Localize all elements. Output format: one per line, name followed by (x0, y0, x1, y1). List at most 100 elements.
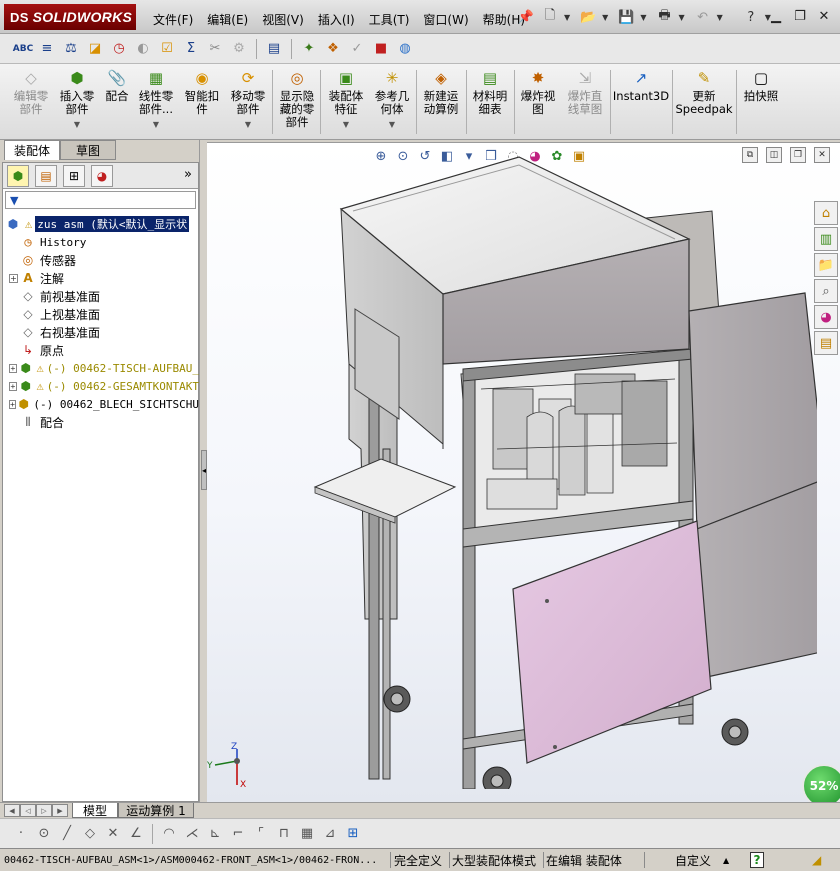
graphics-area[interactable]: ⊕ ⊙ ↺ ◧ ▾ ❒ ◌ ◕ ✿ ▣ ⧉ ◫ ❐ ✕ X Y Z ⌂ ▥ 📁 … (207, 142, 840, 802)
line-icon[interactable]: ╱ (56, 823, 78, 845)
instant3d-button[interactable]: ↗ Instant3D (612, 68, 670, 103)
reference-geometry-button[interactable]: ✳ 参考几 何体 ▼ (370, 68, 414, 131)
render-icon[interactable]: ◍ (394, 38, 416, 60)
edit-component-button[interactable]: ◇ 编辑零 部件 (8, 68, 54, 116)
tab-sketch[interactable]: 草图 (60, 140, 116, 160)
prev-tab-icon[interactable]: ◁ (20, 804, 36, 817)
snap-icon[interactable]: ⊿ (319, 823, 341, 845)
menu-edit[interactable]: 编辑(E) (200, 8, 255, 31)
tree-item-subassembly[interactable]: + ⬢ ⚠ (-) 00462-GESAMTKONTAKT (3, 377, 199, 395)
tree-item-history[interactable]: ◷ History (3, 233, 199, 251)
check-icon[interactable]: ☑ (156, 38, 178, 60)
open-icon[interactable]: 📂 (578, 7, 598, 27)
equations-icon[interactable]: Σ (180, 38, 202, 60)
home-icon[interactable]: ⌂ (814, 201, 838, 225)
dimension-icon[interactable]: ⊓ (273, 823, 295, 845)
bill-of-materials-button[interactable]: ▤ 材料明 细表 (468, 68, 512, 116)
last-tab-icon[interactable]: ▶ (52, 804, 68, 817)
tree-item-top-plane[interactable]: ◇ 上视基准面 (3, 305, 199, 323)
tree-item-sensors[interactable]: ◎ 传感器 (3, 251, 199, 269)
chevron-down-icon[interactable]: ▼ (74, 118, 80, 131)
corner-icon[interactable]: ⌐ (227, 823, 249, 845)
menu-file[interactable]: 文件(F) (146, 8, 200, 31)
design-check-icon[interactable]: ❖ (322, 38, 344, 60)
tree-item-origin[interactable]: ↳ 原点 (3, 341, 199, 359)
next-tab-icon[interactable]: ▷ (36, 804, 52, 817)
sustainability-icon[interactable]: ■ (370, 38, 392, 60)
verify-icon[interactable]: ✓ (346, 38, 368, 60)
tree-item-front-plane[interactable]: ◇ 前视基准面 (3, 287, 199, 305)
file-explorer-icon[interactable]: 📁 (814, 253, 838, 277)
appearances-icon[interactable]: ◕ (814, 305, 838, 329)
assembly-features-button[interactable]: ▣ 装配体 特征 ▼ (324, 68, 368, 131)
tree-item-subassembly[interactable]: + ⬢ ⚠ (-) 00462-TISCH-AUFBAU_ (3, 359, 199, 377)
property-icon[interactable]: ▤ (35, 164, 57, 187)
tab-model[interactable]: 模型 (72, 803, 118, 818)
exploded-view-button[interactable]: ✸ 爆炸视 图 (516, 68, 560, 116)
quick-tips-icon[interactable]: ? (750, 852, 764, 868)
trim-icon[interactable]: ⋌ (181, 823, 203, 845)
feature-tree-icon[interactable]: ⬢ (7, 164, 29, 187)
simulation-icon[interactable]: ✦ (298, 38, 320, 60)
measure-icon[interactable]: ◷ (108, 38, 130, 60)
tree-item-mates[interactable]: ⫴ 配合 (3, 413, 199, 431)
mate-button[interactable]: 📎 配合 (100, 68, 134, 103)
point-icon[interactable]: · (10, 823, 32, 845)
design-library-icon[interactable]: ▥ (814, 227, 838, 251)
tree-root-assembly[interactable]: ⬢ ⚠ zus asm (默认<默认_显示状 (3, 215, 199, 233)
menu-view[interactable]: 视图(V) (255, 8, 311, 31)
chevron-down-icon[interactable]: ▼ (343, 118, 349, 131)
expand-icon[interactable]: + (9, 363, 17, 373)
new-dropdown-icon[interactable]: ▼ (564, 13, 570, 22)
close-icon[interactable]: ✕ (814, 6, 834, 26)
explode-line-sketch-button[interactable]: ⇲ 爆炸直 线草图 (562, 68, 608, 116)
minimize-icon[interactable]: ▁ (766, 6, 786, 26)
cross-icon[interactable]: ✕ (102, 823, 124, 845)
chevron-down-icon[interactable]: ▼ (153, 118, 159, 131)
restore-icon[interactable]: ❐ (790, 6, 810, 26)
bom-icon[interactable]: ▤ (263, 38, 285, 60)
first-tab-icon[interactable]: ◀ (4, 804, 20, 817)
take-snapshot-button[interactable]: ▢ 拍快照 (738, 68, 784, 103)
save-icon[interactable]: 💾 (616, 7, 636, 27)
insert-components-button[interactable]: ⬢ 插入零 部件 ▼ (54, 68, 100, 131)
polygon-icon[interactable]: ◇ (79, 823, 101, 845)
tree-item-annotations[interactable]: + A 注解 (3, 269, 199, 287)
smart-fasteners-button[interactable]: ◉ 智能扣 件 (180, 68, 224, 116)
menu-insert[interactable]: 插入(I) (311, 8, 362, 31)
format-icon[interactable]: ≡ (36, 38, 58, 60)
tab-motion-study[interactable]: 运动算例 1 (118, 803, 194, 818)
spelling-icon[interactable]: ABC (12, 38, 34, 60)
angle-icon[interactable]: ∠ (125, 823, 147, 845)
mass-properties-icon[interactable]: ⚖ (60, 38, 82, 60)
tree-item-right-plane[interactable]: ◇ 右视基准面 (3, 323, 199, 341)
offset-icon[interactable]: ⌜ (250, 823, 272, 845)
new-icon[interactable]: 🗋 (540, 7, 560, 27)
update-speedpak-button[interactable]: ✎ 更新 Speedpak (674, 68, 734, 116)
tree-item-subassembly[interactable]: + ⬢ (-) 00462_BLECH_SICHTSCHU (3, 395, 199, 413)
expand-icon[interactable]: + (9, 273, 18, 283)
custom-properties-icon[interactable]: ▤ (814, 331, 838, 355)
more-tabs-icon[interactable]: » (184, 167, 192, 182)
new-motion-study-button[interactable]: ◈ 新建运 动算例 (418, 68, 464, 116)
section-properties-icon[interactable]: ◪ (84, 38, 106, 60)
chevron-down-icon[interactable]: ▼ (389, 118, 395, 131)
menu-window[interactable]: 窗口(W) (416, 8, 475, 31)
solidworks-logo[interactable]: DS SOLIDWORKS (4, 4, 136, 30)
display-icon[interactable]: ◕ (91, 164, 113, 187)
search-icon[interactable]: ⌕ (814, 279, 838, 303)
help-icon[interactable]: ? (741, 7, 761, 27)
save-dropdown-icon[interactable]: ▼ (640, 13, 646, 22)
show-hidden-components-button[interactable]: ◎ 显示隐 藏的零 部件 (275, 68, 319, 129)
open-dropdown-icon[interactable]: ▼ (602, 13, 608, 22)
tab-assembly[interactable]: 装配体 (4, 140, 60, 160)
pin-icon[interactable]: 📌 (516, 7, 536, 27)
statistics-icon[interactable]: ◐ (132, 38, 154, 60)
menu-tools[interactable]: 工具(T) (362, 8, 417, 31)
expand-icon[interactable]: + (9, 399, 16, 409)
print-dropdown-icon[interactable]: ▼ (678, 13, 684, 22)
print-icon[interactable]: 🖶 (654, 7, 674, 27)
circle-icon[interactable]: ⊙ (33, 823, 55, 845)
chevron-down-icon[interactable]: ▼ (245, 118, 251, 131)
config-icon[interactable]: ⊞ (63, 164, 85, 187)
